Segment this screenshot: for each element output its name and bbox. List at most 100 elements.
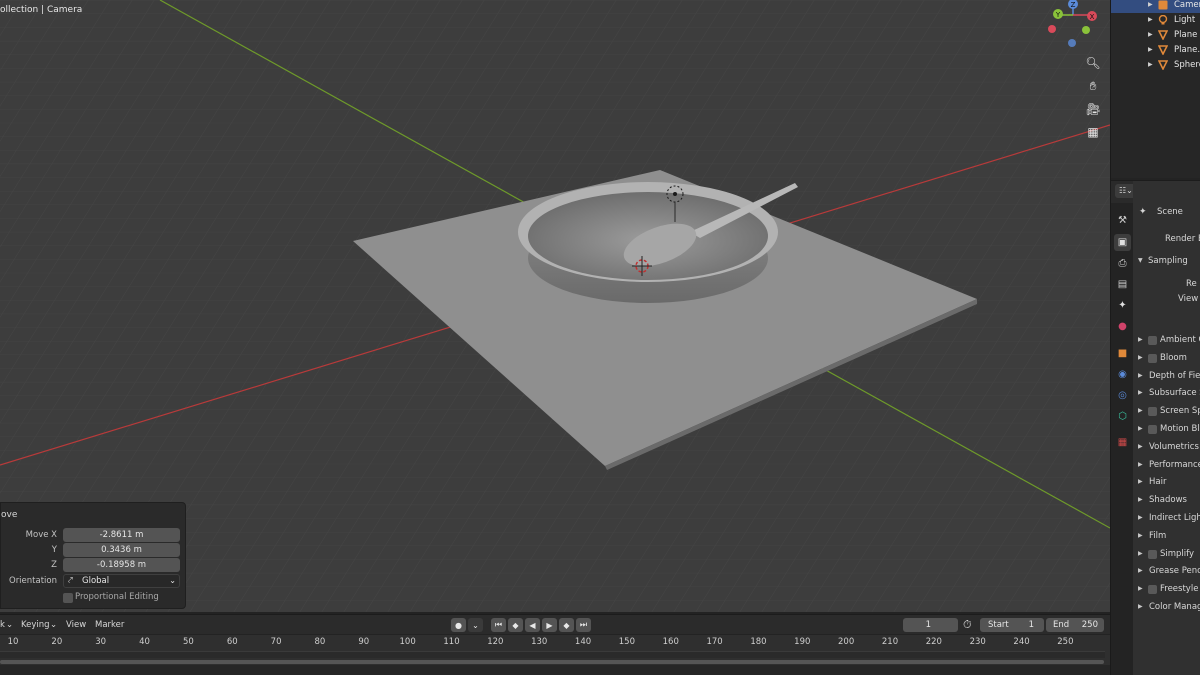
world-tab-icon[interactable]: ● xyxy=(1114,318,1131,335)
camera-view-icon[interactable]: 🎥︎ xyxy=(1083,99,1103,119)
ruler-frame-number: 100 xyxy=(399,637,416,647)
outliner-item-label: Plane xyxy=(1174,30,1198,40)
sampling-panel-header[interactable]: ▼ Sampling xyxy=(1133,254,1200,271)
timeline-scrollbar[interactable] xyxy=(0,660,1104,664)
timeline-menu-view[interactable]: View xyxy=(66,620,86,630)
expand-arrow-icon[interactable]: ▶ xyxy=(1148,1,1153,8)
property-panel-header[interactable]: ▶ Bloom xyxy=(1133,351,1200,368)
grid-view-icon[interactable]: ▦ xyxy=(1083,122,1103,142)
prev-keyframe-icon[interactable]: ◆ xyxy=(508,618,523,632)
timeline-menu-playback[interactable]: k xyxy=(0,620,5,630)
property-panel-header[interactable]: ▶ Ambient O xyxy=(1133,333,1200,350)
expand-arrow-icon[interactable]: ▶ xyxy=(1148,46,1153,53)
current-frame-field[interactable]: 1 xyxy=(903,618,958,632)
zoom-icon[interactable]: 🔍︎ xyxy=(1083,53,1103,73)
property-panel-header[interactable]: ▶ Film xyxy=(1133,529,1200,546)
orientation-select[interactable]: ⤤ Global ⌄ xyxy=(63,574,180,588)
jump-start-icon[interactable]: ⏮︎ xyxy=(491,618,506,632)
property-panel-header[interactable]: ▶ Depth of Fie xyxy=(1133,369,1200,386)
start-value: 1 xyxy=(1028,620,1034,630)
property-panel-header[interactable]: ▶ Hair xyxy=(1133,475,1200,492)
ruler-frame-number: 190 xyxy=(794,637,811,647)
expand-arrow-icon[interactable]: ▶ xyxy=(1148,31,1153,38)
view-layer-tab-icon[interactable]: ▤ xyxy=(1114,276,1131,293)
property-panel-header[interactable]: ▶ Shadows xyxy=(1133,493,1200,510)
outliner-panel[interactable]: ▶ Camer ▶ Light ▶ Plane ▶ Plane.0 ▶ Sphere xyxy=(1111,0,1200,178)
property-panel-header[interactable]: ▶ Motion Bl xyxy=(1133,422,1200,439)
property-panel-header[interactable]: ▶ Volumetrics xyxy=(1133,440,1200,457)
proportional-editing-checkbox[interactable] xyxy=(63,593,73,603)
jump-end-icon[interactable]: ⏭︎ xyxy=(576,618,591,632)
mesh-icon xyxy=(1157,30,1169,41)
property-panel-header[interactable]: ▶ Screen Sp xyxy=(1133,404,1200,421)
navigation-gizmo[interactable]: Z Y X xyxy=(1040,0,1110,48)
panel-enable-checkbox[interactable] xyxy=(1148,585,1157,595)
move-z-field[interactable]: -0.18958 m xyxy=(63,558,180,572)
gizmo-neg-y[interactable] xyxy=(1082,26,1090,34)
outliner-item[interactable]: ▶ Plane xyxy=(1111,28,1200,43)
properties-editor[interactable]: ☷⌄ ⚒︎ ▣ ⎙ ▤ ✦ ● ■ ◉ ◎ ⬡ ▦ ✦ Scene Render… xyxy=(1111,180,1200,675)
outliner-item[interactable]: ▶ Light xyxy=(1111,13,1200,28)
scene-row: ✦ Scene xyxy=(1133,205,1200,222)
3d-viewport[interactable]: ollection | Camera Z Y X 🔍︎ ✋︎ 🎥︎ ▦ ove … xyxy=(0,0,1110,612)
expand-arrow-icon[interactable]: ▶ xyxy=(1148,16,1153,23)
start-frame-field[interactable]: Start 1 xyxy=(980,618,1044,632)
property-panel-header[interactable]: ▶ Color Manag xyxy=(1133,600,1200,617)
move-operator-panel[interactable]: ove Move X -2.8611 m Y 0.3436 m Z -0.189… xyxy=(0,502,186,609)
viewport-samples-label: View xyxy=(1178,294,1199,304)
timeline-ruler[interactable]: 10 20 30 40 50 60 70 80 90 100 110 120 130 140 150 160 1… xyxy=(0,635,1110,665)
tool-tab-icon[interactable]: ⚒︎ xyxy=(1114,212,1131,229)
property-panel-header[interactable]: ▶ Indirect Ligh xyxy=(1133,511,1200,528)
pan-hand-icon[interactable]: ✋︎ xyxy=(1083,76,1103,96)
keying-set-icon[interactable]: ⌄ xyxy=(468,618,483,632)
move-y-field[interactable]: 0.3436 m xyxy=(63,543,180,557)
move-x-field[interactable]: -2.8611 m xyxy=(63,528,180,542)
ruler-frame-number: 80 xyxy=(314,637,326,647)
play-icon[interactable]: ▶ xyxy=(542,618,557,632)
panel-enable-checkbox[interactable] xyxy=(1148,353,1157,363)
property-panel-header[interactable]: ▶ Subsurface S xyxy=(1133,386,1200,403)
render-tab-icon[interactable]: ▣ xyxy=(1114,234,1131,251)
render-engine-row[interactable]: Render En xyxy=(1133,232,1200,249)
property-panel-header[interactable]: ▶ Grease Penc xyxy=(1133,564,1200,581)
panel-enable-checkbox[interactable] xyxy=(1148,549,1157,559)
texture-tab-icon[interactable]: ▦ xyxy=(1114,434,1131,451)
panel-enable-checkbox[interactable] xyxy=(1148,425,1157,434)
output-tab-icon[interactable]: ⎙ xyxy=(1114,255,1131,272)
scene-tab-icon[interactable]: ✦ xyxy=(1114,297,1131,314)
constraint-tab-icon[interactable]: ⬡ xyxy=(1114,408,1131,425)
panel-label: Subsurface S xyxy=(1149,388,1200,399)
mesh-icon xyxy=(1157,60,1169,71)
expand-arrow-icon: ▶ xyxy=(1138,531,1143,539)
next-keyframe-icon[interactable]: ◆ xyxy=(559,618,574,632)
light-icon xyxy=(1158,14,1168,25)
gizmo-neg-x[interactable] xyxy=(1048,25,1056,33)
stopwatch-icon[interactable]: ⏱︎ xyxy=(963,618,977,632)
expand-arrow-icon[interactable]: ▶ xyxy=(1148,61,1153,68)
scene-icon: ✦ xyxy=(1139,207,1147,217)
chevron-down-icon: ⌄ xyxy=(169,576,176,585)
end-label: End xyxy=(1053,620,1070,630)
outliner-item[interactable]: ▶ Plane.0 xyxy=(1111,43,1200,58)
ruler-frame-number: 240 xyxy=(1013,637,1030,647)
property-panel-header[interactable]: ▶ Freestyle xyxy=(1133,582,1200,599)
modifier-tab-icon[interactable]: ◉ xyxy=(1114,366,1131,383)
end-frame-field[interactable]: End 250 xyxy=(1046,618,1104,632)
panel-enable-checkbox[interactable] xyxy=(1148,336,1157,345)
timeline-menu-keying[interactable]: Keying xyxy=(21,620,50,630)
property-panel-header[interactable]: ▶ Performance xyxy=(1133,458,1200,475)
physics-tab-icon[interactable]: ◎ xyxy=(1114,387,1131,404)
timeline-menu-marker[interactable]: Marker xyxy=(95,620,124,630)
panel-label: Simplify xyxy=(1160,548,1195,559)
record-icon[interactable]: ● xyxy=(451,618,466,632)
object-tab-icon[interactable]: ■ xyxy=(1114,345,1131,362)
property-panel-header[interactable]: ▶ Simplify xyxy=(1133,547,1200,564)
ruler-frame-number: 120 xyxy=(487,637,504,647)
outliner-item[interactable]: ▶ Sphere xyxy=(1111,58,1200,73)
viewport-samples-row[interactable]: View xyxy=(1133,292,1200,309)
play-reverse-icon[interactable]: ◀ xyxy=(525,618,540,632)
chevron-down-icon: ⌄ xyxy=(6,620,14,630)
gizmo-neg-z[interactable] xyxy=(1068,39,1076,47)
outliner-item[interactable]: ▶ Camer xyxy=(1111,0,1200,13)
panel-enable-checkbox[interactable] xyxy=(1148,407,1157,417)
